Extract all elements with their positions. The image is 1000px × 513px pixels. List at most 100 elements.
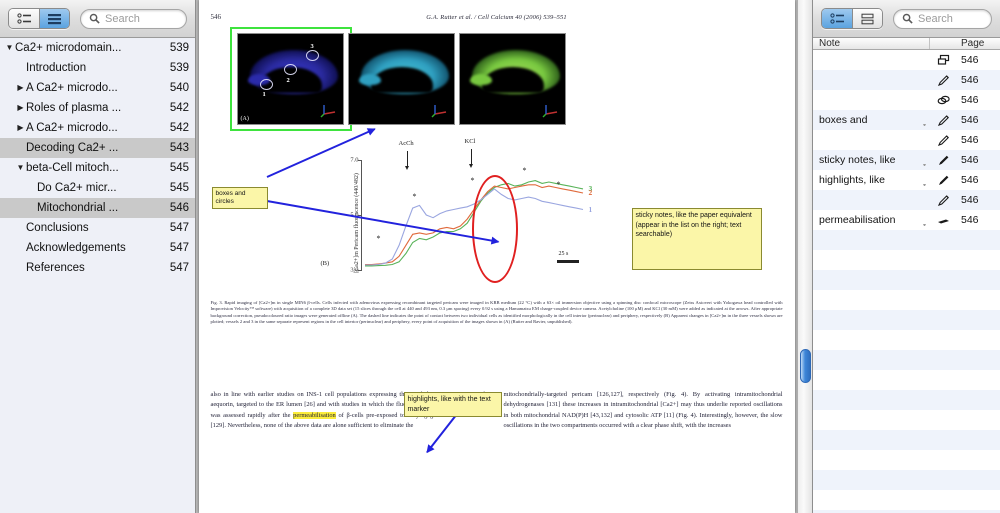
panel-b-label: (B) (320, 260, 330, 267)
note-row[interactable]: ▾546 (813, 70, 1000, 90)
micrograph-3 (458, 33, 566, 125)
note-row-empty (813, 470, 1000, 490)
outline-row-page: 542 (169, 102, 189, 114)
note-row-icon (930, 174, 956, 187)
note-row-page: 546 (961, 174, 979, 186)
chevron-down-icon[interactable]: ▾ (923, 222, 926, 226)
document-vertical-scrollbar[interactable] (797, 0, 812, 513)
right-view-segmented-control[interactable] (821, 8, 883, 29)
chevron-down-icon[interactable]: ▾ (923, 162, 926, 166)
outline-row[interactable]: ▶ A Ca2+ microdo... 540 (0, 78, 195, 98)
search-icon (902, 13, 913, 24)
note-row-page: 546 (961, 94, 979, 106)
outline-row-title: Mitochondrial ... (37, 202, 119, 214)
circle-annotation-icon (937, 95, 950, 104)
outline-row[interactable]: Mitochondrial ... 546 (0, 198, 195, 218)
disclosure-triangle-icon[interactable]: ▶ (15, 98, 26, 118)
disclosure-triangle-icon[interactable]: ▼ (15, 158, 26, 178)
note-row-icon (930, 94, 956, 107)
chevron-down-icon[interactable]: ▾ (923, 122, 926, 126)
contents-view-button[interactable] (39, 9, 69, 28)
star-marker-1: * (376, 234, 381, 243)
outline-row-page: 540 (169, 82, 189, 94)
outline-view-button[interactable] (9, 9, 39, 28)
panel-a-label: (A) (240, 116, 249, 122)
red-ellipse-annotation[interactable] (471, 175, 518, 283)
notes-view-button[interactable] (822, 9, 852, 28)
disclosure-triangle-icon[interactable]: ▶ (15, 118, 26, 138)
note-row[interactable]: sticky notes, like ▾ 546 (813, 150, 1000, 170)
note-row[interactable]: permeabilisation ▾ 546 (813, 210, 1000, 230)
left-sidebar: Search ▼ Ca2+ microdomain... 539 Introducti… (0, 0, 196, 513)
axis-marker-icon (542, 105, 557, 118)
chart-scale-bar (556, 260, 579, 263)
scrollbar-thumb[interactable] (800, 349, 811, 383)
outline-row-title: Ca2+ microdomain... (15, 42, 122, 54)
note-row-empty (813, 310, 1000, 330)
note-row-empty (813, 370, 1000, 390)
note-row-page: 546 (961, 54, 979, 66)
note-row[interactable]: ▾546 (813, 50, 1000, 70)
sticky-note-highlights[interactable]: highlights, like with the text marker (403, 392, 502, 417)
document-scroll-pane[interactable]: 546 G.A. Rutter et al. / Cell Calcium 40… (196, 0, 797, 513)
disclosure-triangle-icon[interactable]: ▼ (4, 38, 15, 58)
note-row-page: 546 (961, 114, 979, 126)
outline-row-page: 545 (169, 162, 189, 174)
note-row[interactable]: ▾546 (813, 90, 1000, 110)
outline-row[interactable]: ▶ Roles of plasma ... 542 (0, 98, 195, 118)
chevron-down-icon[interactable]: ▾ (923, 182, 926, 186)
chart-y-axis-label: [Ca2+]m Pericam fluorescence (440/482) (353, 172, 360, 273)
outline-row[interactable]: ▶ A Ca2+ microdo... 542 (0, 118, 195, 138)
outline-row[interactable]: Decoding Ca2+ ... 543 (0, 138, 195, 158)
left-search-input[interactable]: Search (80, 8, 187, 29)
column-header-note[interactable]: Note (813, 38, 930, 49)
note-row-empty (813, 290, 1000, 310)
right-search-input[interactable]: Search (893, 8, 992, 29)
lines-list-icon (48, 13, 61, 24)
disclosure-triangle-icon[interactable]: ▶ (15, 78, 26, 98)
notes-list[interactable]: ▾546▾546▾546boxes and▾546▾546sticky note… (813, 50, 1000, 230)
chart-y-tick (357, 270, 362, 271)
axis-marker-icon (320, 105, 335, 118)
outline-row[interactable]: ▼ beta-Cell mitoch... 545 (0, 158, 195, 178)
outline-row[interactable]: Introduction 539 (0, 58, 195, 78)
note-row[interactable]: boxes and ▾ 546 (813, 110, 1000, 130)
outline-row[interactable]: Conclusions 547 (0, 218, 195, 238)
notes-list-empty-area (813, 230, 1000, 513)
highlighter-annotation-icon (937, 219, 949, 223)
note-row[interactable]: highlights, like ▾ 546 (813, 170, 1000, 190)
roi-circle-2 (283, 64, 297, 75)
pen-annotation-icon (937, 74, 949, 86)
micrograph-2 (347, 33, 455, 125)
right-toolbar: Search (813, 0, 1000, 38)
outline-row[interactable]: References 547 (0, 258, 195, 278)
outline-row[interactable]: Do Ca2+ micr... 545 (0, 178, 195, 198)
note-row-empty (813, 330, 1000, 350)
pen-annotation-icon (937, 134, 949, 146)
pen-annotation-icon (937, 114, 949, 126)
left-toolbar: Search (0, 0, 195, 38)
outline-row-title: References (26, 262, 85, 274)
outline-row[interactable]: ▼ Ca2+ microdomain... 539 (0, 38, 195, 58)
star-marker-5: * (556, 180, 561, 189)
thumbnails-view-button[interactable] (852, 9, 882, 28)
event-arrow-acch (404, 151, 409, 170)
sticky-note-sticky-notes[interactable]: sticky notes, like the paper equivalent … (631, 208, 762, 270)
note-row[interactable]: ▾546 (813, 190, 1000, 210)
outline-row-title: Acknowledgements (26, 242, 126, 254)
highlighted-word[interactable]: permeabilisation (293, 411, 336, 419)
blue-arrow-to-micrograph (266, 128, 375, 178)
sticky-note-boxes-circles[interactable]: boxes and circles (211, 187, 268, 209)
note-row-text: sticky notes, like ▾ (813, 154, 930, 166)
left-view-segmented-control[interactable] (8, 8, 70, 29)
note-row-text: boxes and ▾ (813, 114, 930, 126)
outline-row-page: 547 (169, 262, 189, 274)
column-header-page[interactable]: Page (956, 38, 1000, 49)
outline-list[interactable]: ▼ Ca2+ microdomain... 539 Introduction 539 ▶ A… (0, 38, 195, 513)
axis-marker-icon (431, 105, 446, 118)
pdf-page[interactable]: 546 G.A. Rutter et al. / Cell Calcium 40… (198, 0, 795, 513)
outline-row[interactable]: Acknowledgements 547 (0, 238, 195, 258)
event-label-acch: AcCh (398, 140, 414, 147)
roi-circle-3 (305, 50, 319, 61)
note-row[interactable]: ▾546 (813, 130, 1000, 150)
